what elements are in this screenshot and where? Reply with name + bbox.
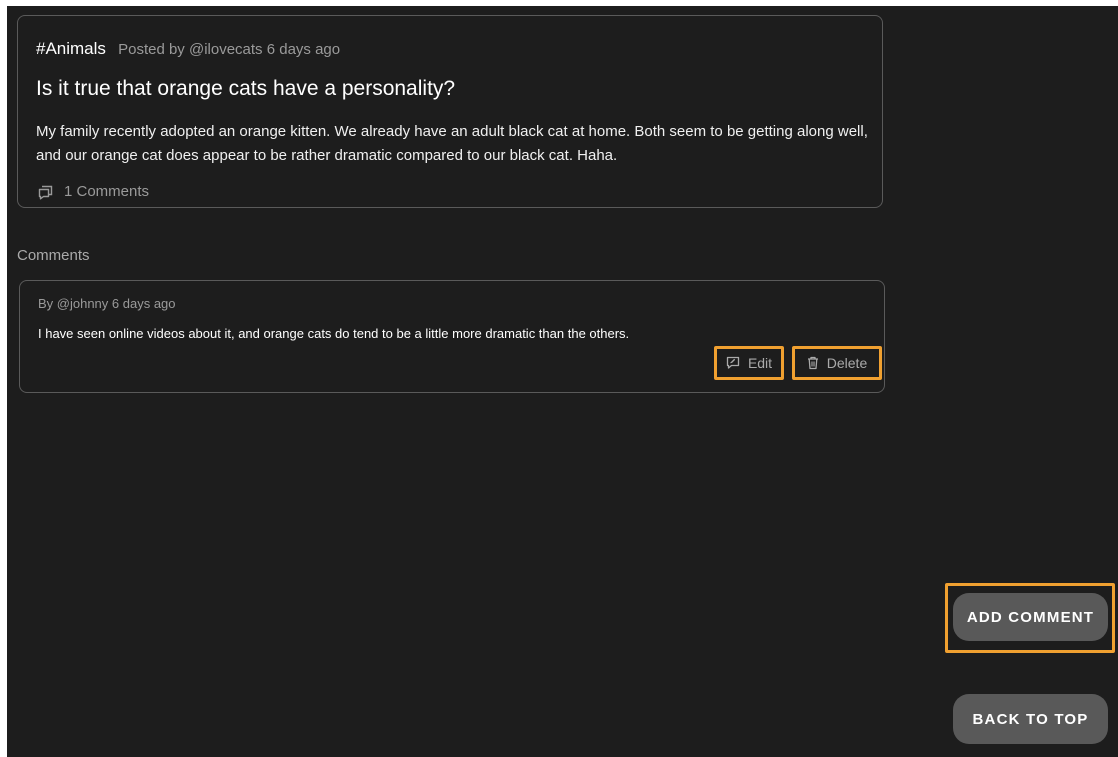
post-author-time: Posted by @ilovecats 6 days ago: [118, 41, 341, 58]
post-title: Is it true that orange cats have a perso…: [36, 77, 456, 100]
back-to-top-button[interactable]: BACK TO TOP: [953, 694, 1108, 744]
post-body: My family recently adopted an orange kit…: [36, 123, 868, 164]
delete-label: Delete: [826, 355, 868, 371]
comments-section-title: Comments: [17, 247, 90, 264]
post-card: #Animals Posted by @ilovecats 6 days ago…: [17, 15, 883, 208]
edit-label: Edit: [747, 355, 773, 371]
comment-card: By @johnny 6 days ago I have seen online…: [19, 280, 885, 393]
comments-count-label: 1 Comments: [64, 183, 150, 200]
trash-icon: [807, 356, 819, 370]
post-detail-page: #Animals Posted by @ilovecats 6 days ago…: [7, 6, 1118, 757]
add-comment-button[interactable]: ADD COMMENT: [953, 593, 1108, 641]
comment-text: I have seen online videos about it, and …: [38, 326, 630, 341]
comment-meta: By @johnny 6 days ago: [38, 296, 176, 311]
delete-comment-button[interactable]: Delete: [792, 346, 882, 380]
edit-comment-button[interactable]: Edit: [714, 346, 784, 380]
edit-icon: [726, 356, 740, 370]
post-meta: #Animals Posted by @ilovecats 6 days ago: [36, 39, 340, 59]
post-comments-count[interactable]: 1 Comments: [38, 183, 149, 200]
comments-icon: [38, 184, 54, 200]
post-tag[interactable]: #Animals: [36, 39, 106, 58]
